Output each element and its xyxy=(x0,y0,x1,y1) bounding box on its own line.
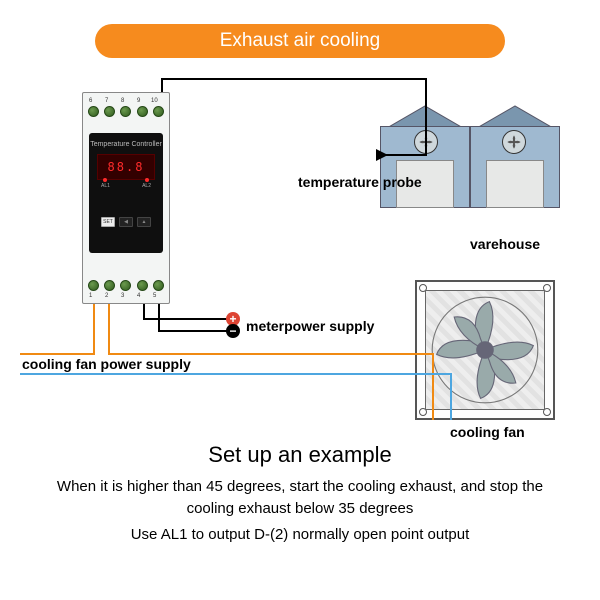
terminal-4 xyxy=(137,280,148,291)
fan-wire-orange xyxy=(108,304,110,354)
cooling-fan-illustration xyxy=(415,280,555,420)
fan-wire-blue xyxy=(20,373,452,375)
terminal-1 xyxy=(88,280,99,291)
temperature-probe-label: temperature probe xyxy=(298,174,422,190)
up-button: ▲ xyxy=(137,217,151,227)
fan-supply-label: cooling fan power supply xyxy=(22,356,191,372)
terminal-num: 6 xyxy=(89,98,92,104)
led-al2 xyxy=(145,178,149,182)
terminal-3 xyxy=(120,280,131,291)
bottom-terminal-strip: 1 2 3 4 5 xyxy=(83,273,169,297)
terminal-8 xyxy=(120,106,131,117)
probe-wire xyxy=(161,78,163,92)
title-banner: Exhaust air cooling xyxy=(95,24,505,58)
probe-wire xyxy=(425,78,427,156)
controller-display-panel: Temperature Controller 88.8 AL1 AL2 SET … xyxy=(89,133,163,253)
set-button: SET xyxy=(101,217,115,227)
cooling-fan-label: cooling fan xyxy=(450,424,525,440)
terminal-num: 5 xyxy=(153,293,156,299)
terminal-num: 4 xyxy=(137,293,140,299)
meter-supply-label: meterpower supply xyxy=(246,318,374,334)
probe-arrow-icon xyxy=(372,147,388,163)
fan-wire-blue xyxy=(450,373,452,420)
fan-wire-orange xyxy=(93,304,95,354)
minus-icon: − xyxy=(226,324,240,338)
temperature-controller: 6 7 8 9 10 Temperature Controller 88.8 A… xyxy=(82,92,170,304)
terminal-num: 1 xyxy=(89,293,92,299)
warehouse-fan-icon xyxy=(502,130,526,154)
terminal-6 xyxy=(88,106,99,117)
led-label: AL1 xyxy=(101,183,110,189)
example-line-1: When it is higher than 45 degrees, start… xyxy=(38,476,562,520)
led-label: AL2 xyxy=(142,183,151,189)
meter-wire xyxy=(158,304,160,331)
meter-wire xyxy=(143,318,228,320)
controller-label: Temperature Controller xyxy=(90,141,162,148)
warehouse-label: varehouse xyxy=(470,236,540,252)
terminal-num: 9 xyxy=(137,98,140,104)
terminal-num: 8 xyxy=(121,98,124,104)
top-terminal-strip: 6 7 8 9 10 xyxy=(83,99,169,123)
terminal-10 xyxy=(153,106,164,117)
fan-wire-orange xyxy=(108,353,434,355)
terminal-7 xyxy=(104,106,115,117)
seven-segment-display: 88.8 xyxy=(97,154,155,180)
led-al1 xyxy=(103,178,107,182)
probe-wire xyxy=(161,78,427,80)
terminal-2 xyxy=(104,280,115,291)
terminal-5 xyxy=(153,280,164,291)
left-button: ◀ xyxy=(119,217,133,227)
warehouse-divider xyxy=(469,126,471,208)
meter-wire xyxy=(158,330,228,332)
title-text: Exhaust air cooling xyxy=(220,30,381,52)
terminal-num: 3 xyxy=(121,293,124,299)
terminal-9 xyxy=(137,106,148,117)
warehouse-door-right xyxy=(486,160,544,208)
fan-wire-orange xyxy=(432,353,434,420)
example-line-2: Use AL1 to output D-(2) normally open po… xyxy=(38,524,562,546)
fan-wire-orange xyxy=(20,353,95,355)
example-title: Set up an example xyxy=(0,442,600,468)
fan-grille xyxy=(425,290,545,410)
terminal-num: 10 xyxy=(151,98,158,104)
fan-blade-icon xyxy=(430,295,540,405)
terminal-num: 7 xyxy=(105,98,108,104)
terminal-num: 2 xyxy=(105,293,108,299)
meter-wire xyxy=(143,304,145,319)
